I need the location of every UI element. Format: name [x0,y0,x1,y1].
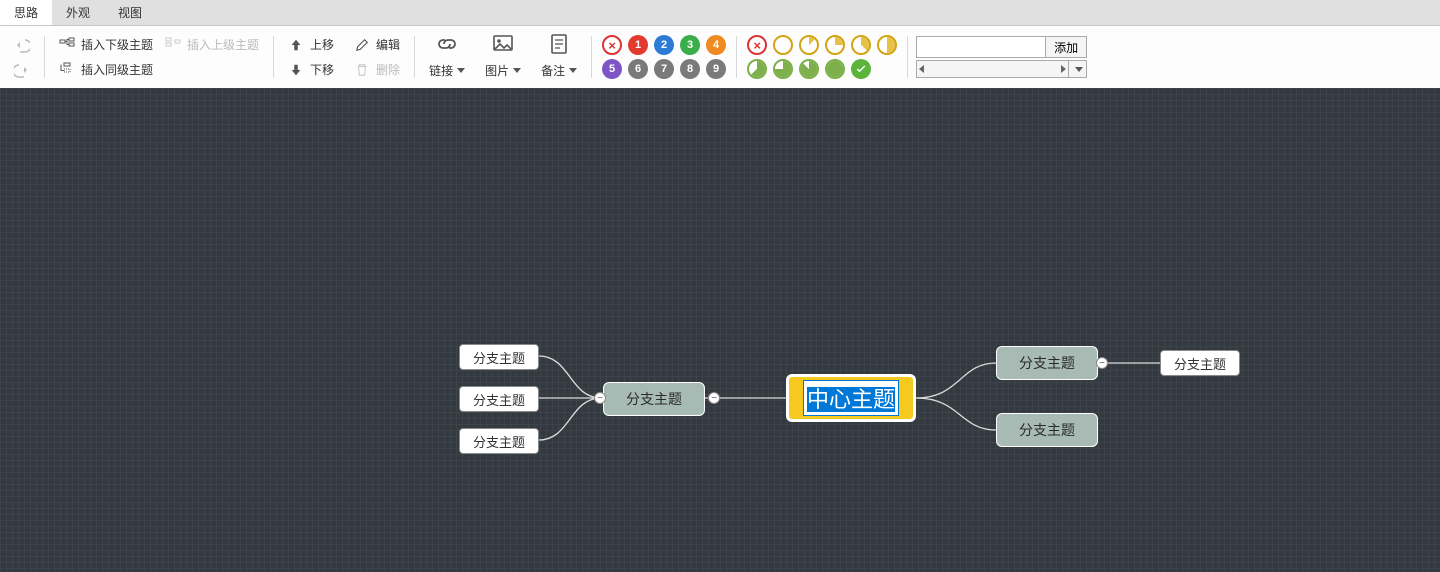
image-dropdown[interactable]: 图片 [481,58,525,82]
progress-88[interactable] [799,59,819,79]
priority-group: × 1234 56789 [596,32,732,82]
scroll-right-icon[interactable] [1061,65,1066,73]
progress-63[interactable] [747,59,767,79]
move-up-button[interactable]: 上移 [284,33,338,57]
priority-2[interactable]: 2 [654,35,674,55]
image-label: 图片 [485,62,509,79]
image-icon[interactable] [491,32,515,56]
insert-sibling-label: 插入同级主题 [81,61,153,78]
delete-label: 删除 [376,61,400,78]
insert-parent-label: 插入上级主题 [187,36,259,53]
insert-child-icon [59,37,75,53]
mindmap-canvas[interactable]: 中心主题 分支主题 − − 分支主题 − 分支主题 分支主题 分支主题 分支主题… [0,88,1440,572]
note-label: 备注 [541,62,565,79]
chevron-down-icon [513,68,521,73]
link-icon[interactable] [435,32,459,56]
progress-group: × [741,32,903,82]
resource-add-button[interactable]: 添加 [1046,36,1087,58]
center-node-editing[interactable]: 中心主题 [803,380,899,416]
chevron-down-icon [569,68,577,73]
move-down-label: 下移 [310,61,334,78]
progress-100[interactable] [825,59,845,79]
trash-icon [354,62,370,78]
priority-clear[interactable]: × [602,35,622,55]
insert-parent-button[interactable]: 插入上级主题 [161,33,263,57]
resource-input[interactable] [916,36,1046,58]
progress-50[interactable] [877,35,897,55]
progress-0[interactable] [773,35,793,55]
note-dropdown[interactable]: 备注 [537,58,581,82]
progress-done[interactable] [851,59,871,79]
priority-4[interactable]: 4 [706,35,726,55]
move-up-label: 上移 [310,36,334,53]
resource-dropdown-button[interactable] [1068,61,1086,77]
chevron-down-icon [1075,67,1083,72]
sub-node[interactable]: 分支主题 [459,344,539,370]
main-node-left[interactable]: 分支主题 [603,382,705,416]
edit-label: 编辑 [376,36,400,53]
priority-3[interactable]: 3 [680,35,700,55]
pencil-icon [354,37,370,53]
edit-button[interactable]: 编辑 [350,33,404,57]
redo-button[interactable] [10,58,34,82]
link-dropdown[interactable]: 链接 [425,58,469,82]
progress-75[interactable] [773,59,793,79]
move-down-button[interactable]: 下移 [284,58,338,82]
insert-sibling-button[interactable]: 插入同级主题 [55,58,263,82]
chevron-down-icon [457,68,465,73]
menu-item-appearance[interactable]: 外观 [52,0,104,25]
collapse-handle[interactable]: − [708,392,720,404]
main-node-right-1[interactable]: 分支主题 [996,346,1098,380]
insert-child-label: 插入下级主题 [81,36,153,53]
sub-node[interactable]: 分支主题 [459,428,539,454]
progress-13[interactable] [799,35,819,55]
priority-7[interactable]: 7 [654,59,674,79]
priority-9[interactable]: 9 [706,59,726,79]
progress-38[interactable] [851,35,871,55]
resource-group: 添加 [912,32,1091,82]
redo-icon [14,62,30,78]
priority-5[interactable]: 5 [602,59,622,79]
priority-8[interactable]: 8 [680,59,700,79]
delete-button[interactable]: 删除 [350,58,404,82]
arrow-up-icon [288,37,304,53]
collapse-handle[interactable]: − [594,392,606,404]
insert-sibling-icon [59,62,75,78]
menu-item-idea[interactable]: 思路 [0,0,52,25]
undo-button[interactable] [10,33,34,57]
undo-icon [14,37,30,53]
progress-clear[interactable]: × [747,35,767,55]
menu-bar: 思路 外观 视图 [0,0,1440,26]
note-icon[interactable] [547,32,571,56]
priority-6[interactable]: 6 [628,59,648,79]
main-node-right-2[interactable]: 分支主题 [996,413,1098,447]
resource-dropdown[interactable] [916,60,1087,78]
center-node[interactable]: 中心主题 [786,374,916,422]
priority-1[interactable]: 1 [628,35,648,55]
scroll-left-icon[interactable] [919,65,924,73]
insert-child-button[interactable]: 插入下级主题 [55,33,157,57]
menu-item-view[interactable]: 视图 [104,0,156,25]
sub-node[interactable]: 分支主题 [1160,350,1240,376]
sub-node[interactable]: 分支主题 [459,386,539,412]
link-label: 链接 [429,62,453,79]
toolbar: 插入下级主题 插入上级主题 插入同级主题 上移 [0,26,1440,88]
arrow-down-icon [288,62,304,78]
insert-parent-icon [165,37,181,53]
progress-25[interactable] [825,35,845,55]
collapse-handle[interactable]: − [1096,357,1108,369]
